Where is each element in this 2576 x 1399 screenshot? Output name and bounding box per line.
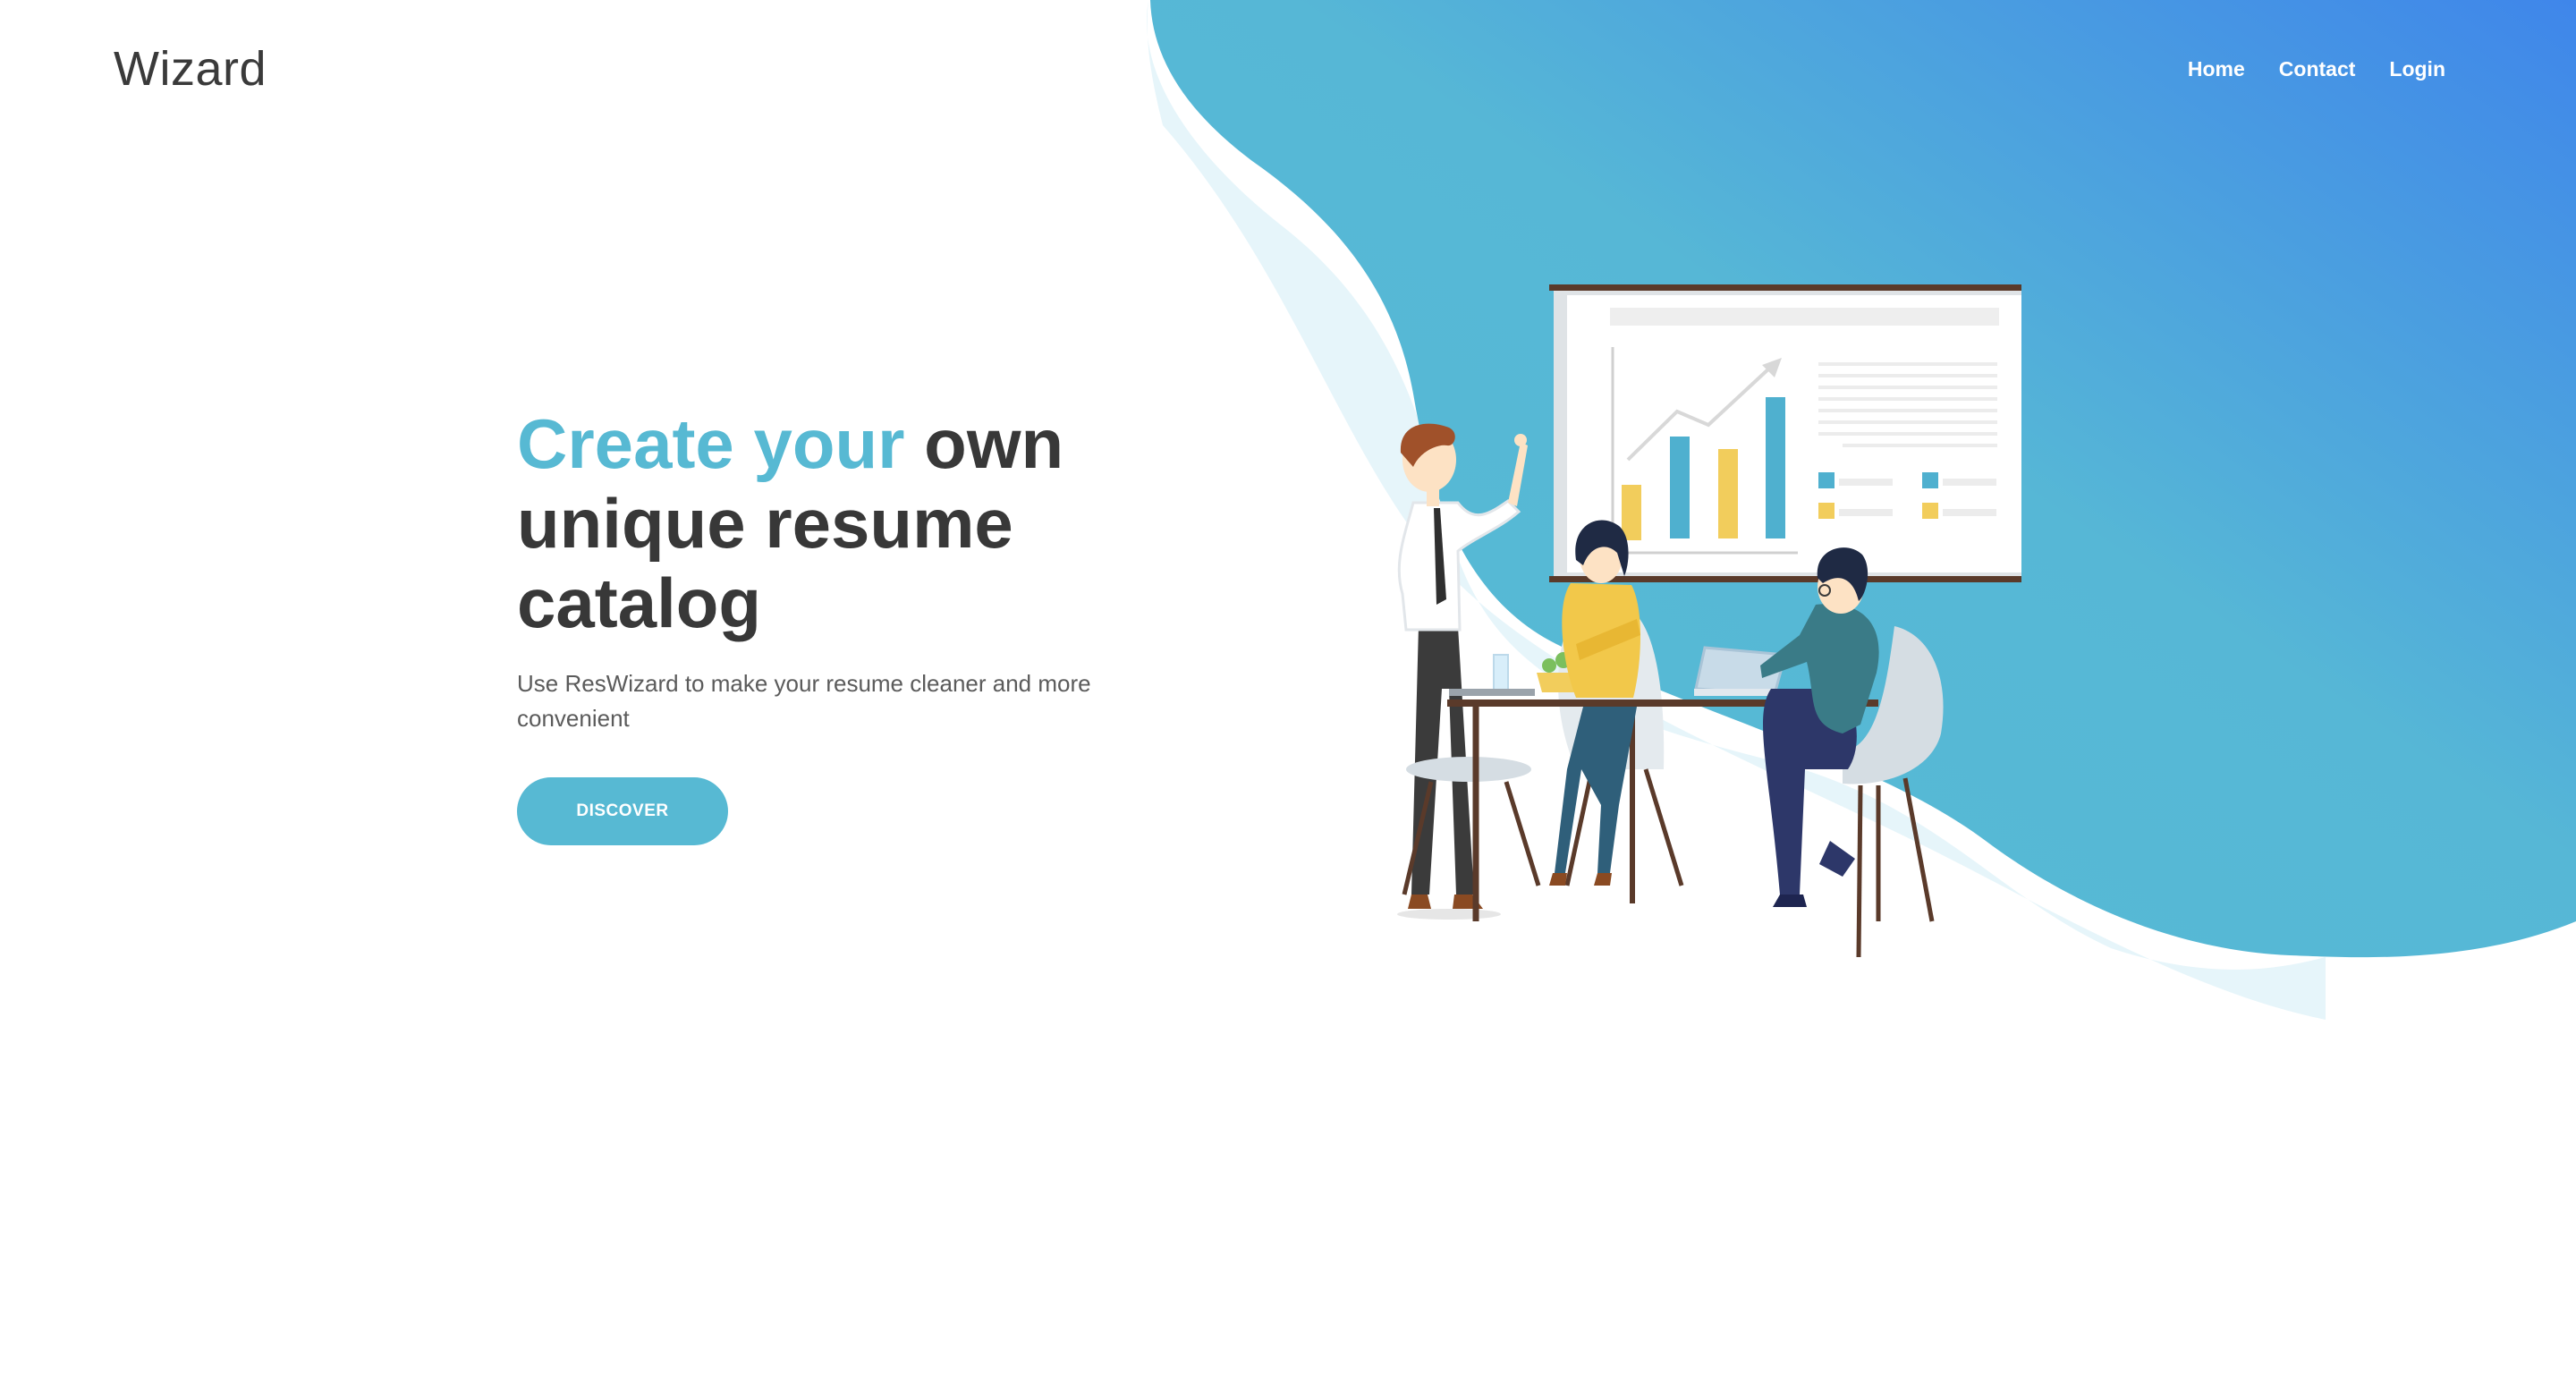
headline-part-3: catalog [517,564,762,642]
hero-headline: Create your own unique resume catalog [517,404,1161,643]
top-nav: Home Contact Login [2188,57,2445,81]
nav-home-link[interactable]: Home [2188,57,2245,81]
discover-button[interactable]: DISCOVER [517,777,728,845]
hero-section: Create your own unique resume catalog Use … [517,404,1161,845]
hero-background-blob [1146,0,2576,1020]
headline-part-2: unique resume [517,484,1013,563]
laptop-user-figure-icon [1694,547,1879,907]
logo[interactable]: Wizard [114,41,267,97]
nav-login-link[interactable]: Login [2389,57,2445,81]
hero-subtitle: Use ResWizard to make your resume cleane… [517,670,1091,732]
nav-contact-link[interactable]: Contact [2279,57,2356,81]
headline-accent: Create your [517,404,905,483]
team-meeting-illustration [1397,284,2021,958]
headline-part-1: own [904,404,1064,483]
